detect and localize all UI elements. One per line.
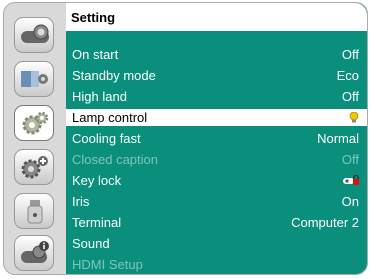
menu-item-label: High land [72,89,127,104]
menu-item-value: Computer 2 [291,215,359,230]
panel-title: Setting [66,3,367,31]
menu-item-closed-caption: Closed caption Off [66,149,367,170]
menu-item-iris[interactable]: Iris On [66,191,367,212]
lamp-bulb-icon [349,112,359,123]
projector-lock-icon [343,175,359,185]
menu-item-lamp-control[interactable]: Lamp control [66,109,367,126]
menu-item-hdmi-setup: HDMI Setup [66,254,367,274]
menu-item-label: Iris [72,194,90,209]
menu-item-label: Sound [72,236,110,251]
menu-item-on-start[interactable]: On start Off [66,44,367,65]
sidebar-item-projector[interactable] [14,17,54,53]
sidebar-item-setting[interactable] [14,105,54,141]
menu-item-key-lock[interactable]: Key lock [66,170,367,191]
menu-item-standby-mode[interactable]: Standby mode Eco [66,65,367,86]
menu-item-label: Lamp control [72,110,148,125]
menu-item-label: HDMI Setup [72,257,143,272]
menu-item-cooling-fast[interactable]: Cooling fast Normal [66,128,367,149]
menu-item-value: Off [341,47,359,62]
sidebar-item-expand[interactable] [14,149,54,185]
menu-item-label: Terminal [72,215,122,230]
menu-item-terminal[interactable]: Terminal Computer 2 [66,212,367,233]
menu-item-high-land[interactable]: High land Off [66,86,367,107]
menu-item-value: Normal [317,131,359,146]
sidebar-item-image[interactable] [14,61,54,97]
menu-item-label: Cooling fast [72,131,141,146]
info-icon [21,241,49,263]
menu-item-label: Closed caption [72,152,158,167]
menu-item-value: Eco [336,68,359,83]
image-adjust-icon [21,71,48,87]
sidebar-item-info[interactable] [14,235,54,271]
menu-item-value: On [341,194,359,209]
menu-item-label: Key lock [72,173,122,188]
menu-item-label: On start [72,47,119,62]
projector-icon [21,24,49,43]
menu-window: Setting On start Off Standby mode Eco Hi… [3,2,368,275]
sidebar [4,3,64,274]
menu-item-value: Off [341,89,359,104]
menu-item-sound[interactable]: Sound [66,233,367,254]
menu-item-value: Off [341,152,359,167]
expand-gears-icon [21,156,48,179]
sidebar-item-usb[interactable] [14,193,54,229]
menu-item-label: Standby mode [72,68,156,83]
settings-panel: Setting On start Off Standby mode Eco Hi… [66,3,367,274]
usb-memory-icon [27,200,43,224]
setting-gears-icon [22,111,49,135]
